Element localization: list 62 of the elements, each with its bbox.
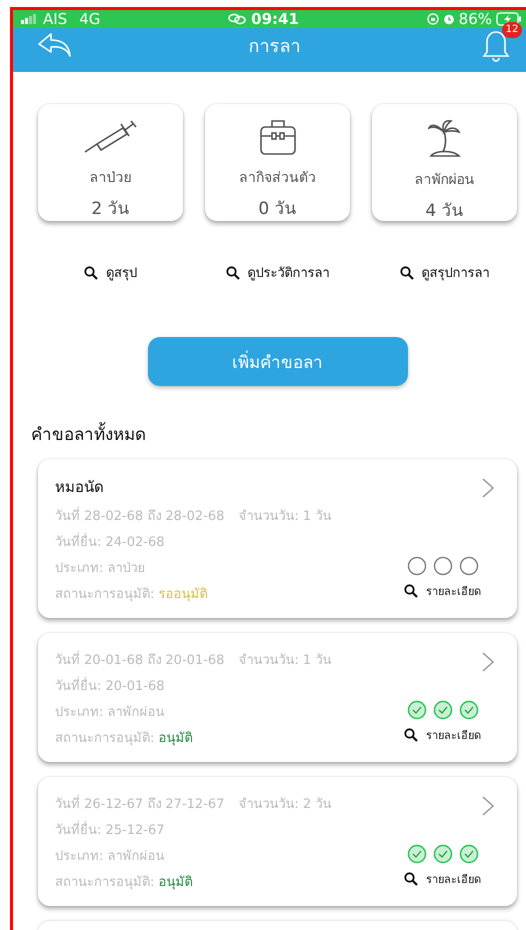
- briefcase-icon: [258, 118, 298, 156]
- rotation-lock-icon: [426, 13, 439, 25]
- notification-badge: 12: [502, 22, 522, 38]
- leave-type: ประเภท: ลาพักผ่อน: [55, 848, 166, 866]
- battery-icon: [496, 12, 522, 26]
- page-title: การลา: [248, 34, 302, 58]
- details-link[interactable]: รายละเอียด: [404, 582, 481, 600]
- submit-date: วันที่ยื่น: 20-01-68: [55, 675, 501, 696]
- syringe-icon: [82, 120, 138, 154]
- date-range: วันที่ 20-01-68 ถึง 20-01-68: [55, 649, 224, 670]
- leave-request-card[interactable]: หมอนัด วันที่ 28-02-68 ถึง 28-02-68 จำนวนวัน: 1 วัน วันที่ยื่น: 24-02-68 ประเภท: ลาป่วย สถานะการอนุมัติ: รออนุมัติ รายละเอียด: [38, 459, 517, 618]
- search-icon: [404, 728, 418, 742]
- summary-link[interactable]: ดูสรุปการลา: [400, 262, 490, 283]
- leave-days: 0 วัน: [258, 194, 297, 221]
- status-value: รออนุมัติ: [158, 586, 208, 604]
- chevron-right-icon[interactable]: [481, 795, 495, 817]
- signal-icon: [21, 14, 37, 24]
- date-range: วันที่ 26-12-67 ถึง 27-12-67: [55, 793, 224, 814]
- day-count: จำนวนวัน: 1 วัน: [238, 652, 332, 670]
- request-title: หมอนัด: [55, 477, 104, 498]
- day-count: จำนวนวัน: 2 วัน: [238, 796, 332, 814]
- leave-type-label: ลาป่วย: [90, 169, 132, 188]
- link-icon: [228, 13, 246, 25]
- status-label: สถานะการอนุมัติ:: [55, 874, 154, 892]
- leave-type-label: ลาพักผ่อน: [414, 171, 474, 190]
- search-icon: [404, 872, 418, 886]
- leave-type-label: ลากิจส่วนตัว: [239, 169, 316, 188]
- submit-date: วันที่ยื่น: 24-02-68: [55, 531, 501, 552]
- clock-time: 09:41: [251, 10, 299, 28]
- status-value: อนุมัติ: [158, 730, 192, 748]
- chevron-right-icon[interactable]: [481, 477, 495, 499]
- alarm-icon: [442, 13, 455, 25]
- leave-days: 4 วัน: [425, 196, 464, 223]
- back-icon[interactable]: [37, 32, 73, 58]
- carrier-name: AIS: [43, 10, 68, 28]
- leave-balance-card[interactable]: ลาป่วย 2 วัน: [38, 104, 183, 221]
- submit-date: วันที่ยื่น: 25-12-67: [55, 819, 501, 840]
- leave-balance-card[interactable]: ลากิจส่วนตัว 0 วัน: [205, 104, 350, 221]
- chevron-right-icon[interactable]: [481, 651, 495, 673]
- bell-icon[interactable]: [482, 30, 510, 62]
- leave-days: 2 วัน: [91, 194, 130, 221]
- status-value: อนุมัติ: [158, 874, 192, 892]
- battery-percent: 86%: [458, 10, 492, 28]
- status-label: สถานะการอนุมัติ:: [55, 586, 154, 604]
- summary-link[interactable]: ดูสรุป: [84, 262, 137, 283]
- leave-balance-card[interactable]: ลาพักผ่อน 4 วัน: [372, 104, 517, 221]
- details-link[interactable]: รายละเอียด: [404, 726, 481, 744]
- summary-link[interactable]: ดูประวัติการลา: [226, 262, 330, 283]
- leave-type: ประเภท: ลาป่วย: [55, 560, 147, 578]
- network-type: 4G: [79, 10, 100, 28]
- leave-request-card[interactable]: วันที่ 20-01-68 ถึง 20-01-68 จำนวนวัน: 1 วัน วันที่ยื่น: 20-01-68 ประเภท: ลาพักผ่อน สถานะการอนุมัติ: อนุมัติ รายละเอียด: [38, 633, 517, 762]
- status-label: สถานะการอนุมัติ:: [55, 730, 154, 748]
- leave-type: ประเภท: ลาพักผ่อน: [55, 704, 166, 722]
- search-icon: [404, 584, 418, 598]
- search-icon: [226, 266, 240, 280]
- search-icon: [84, 266, 98, 280]
- date-range: วันที่ 28-02-68 ถึง 28-02-68: [55, 505, 224, 526]
- section-title: คำขอลาทั้งหมด: [31, 420, 517, 447]
- day-count: จำนวนวัน: 1 วัน: [238, 508, 332, 526]
- leave-request-card[interactable]: วันที่ 26-12-67 ถึง 27-12-67 จำนวนวัน: 2 วัน วันที่ยื่น: 25-12-67 ประเภท: ลาพักผ่อน สถานะการอนุมัติ: อนุมัติ รายละเอียด: [38, 777, 517, 906]
- search-icon: [400, 266, 414, 280]
- details-link[interactable]: รายละเอียด: [404, 870, 481, 888]
